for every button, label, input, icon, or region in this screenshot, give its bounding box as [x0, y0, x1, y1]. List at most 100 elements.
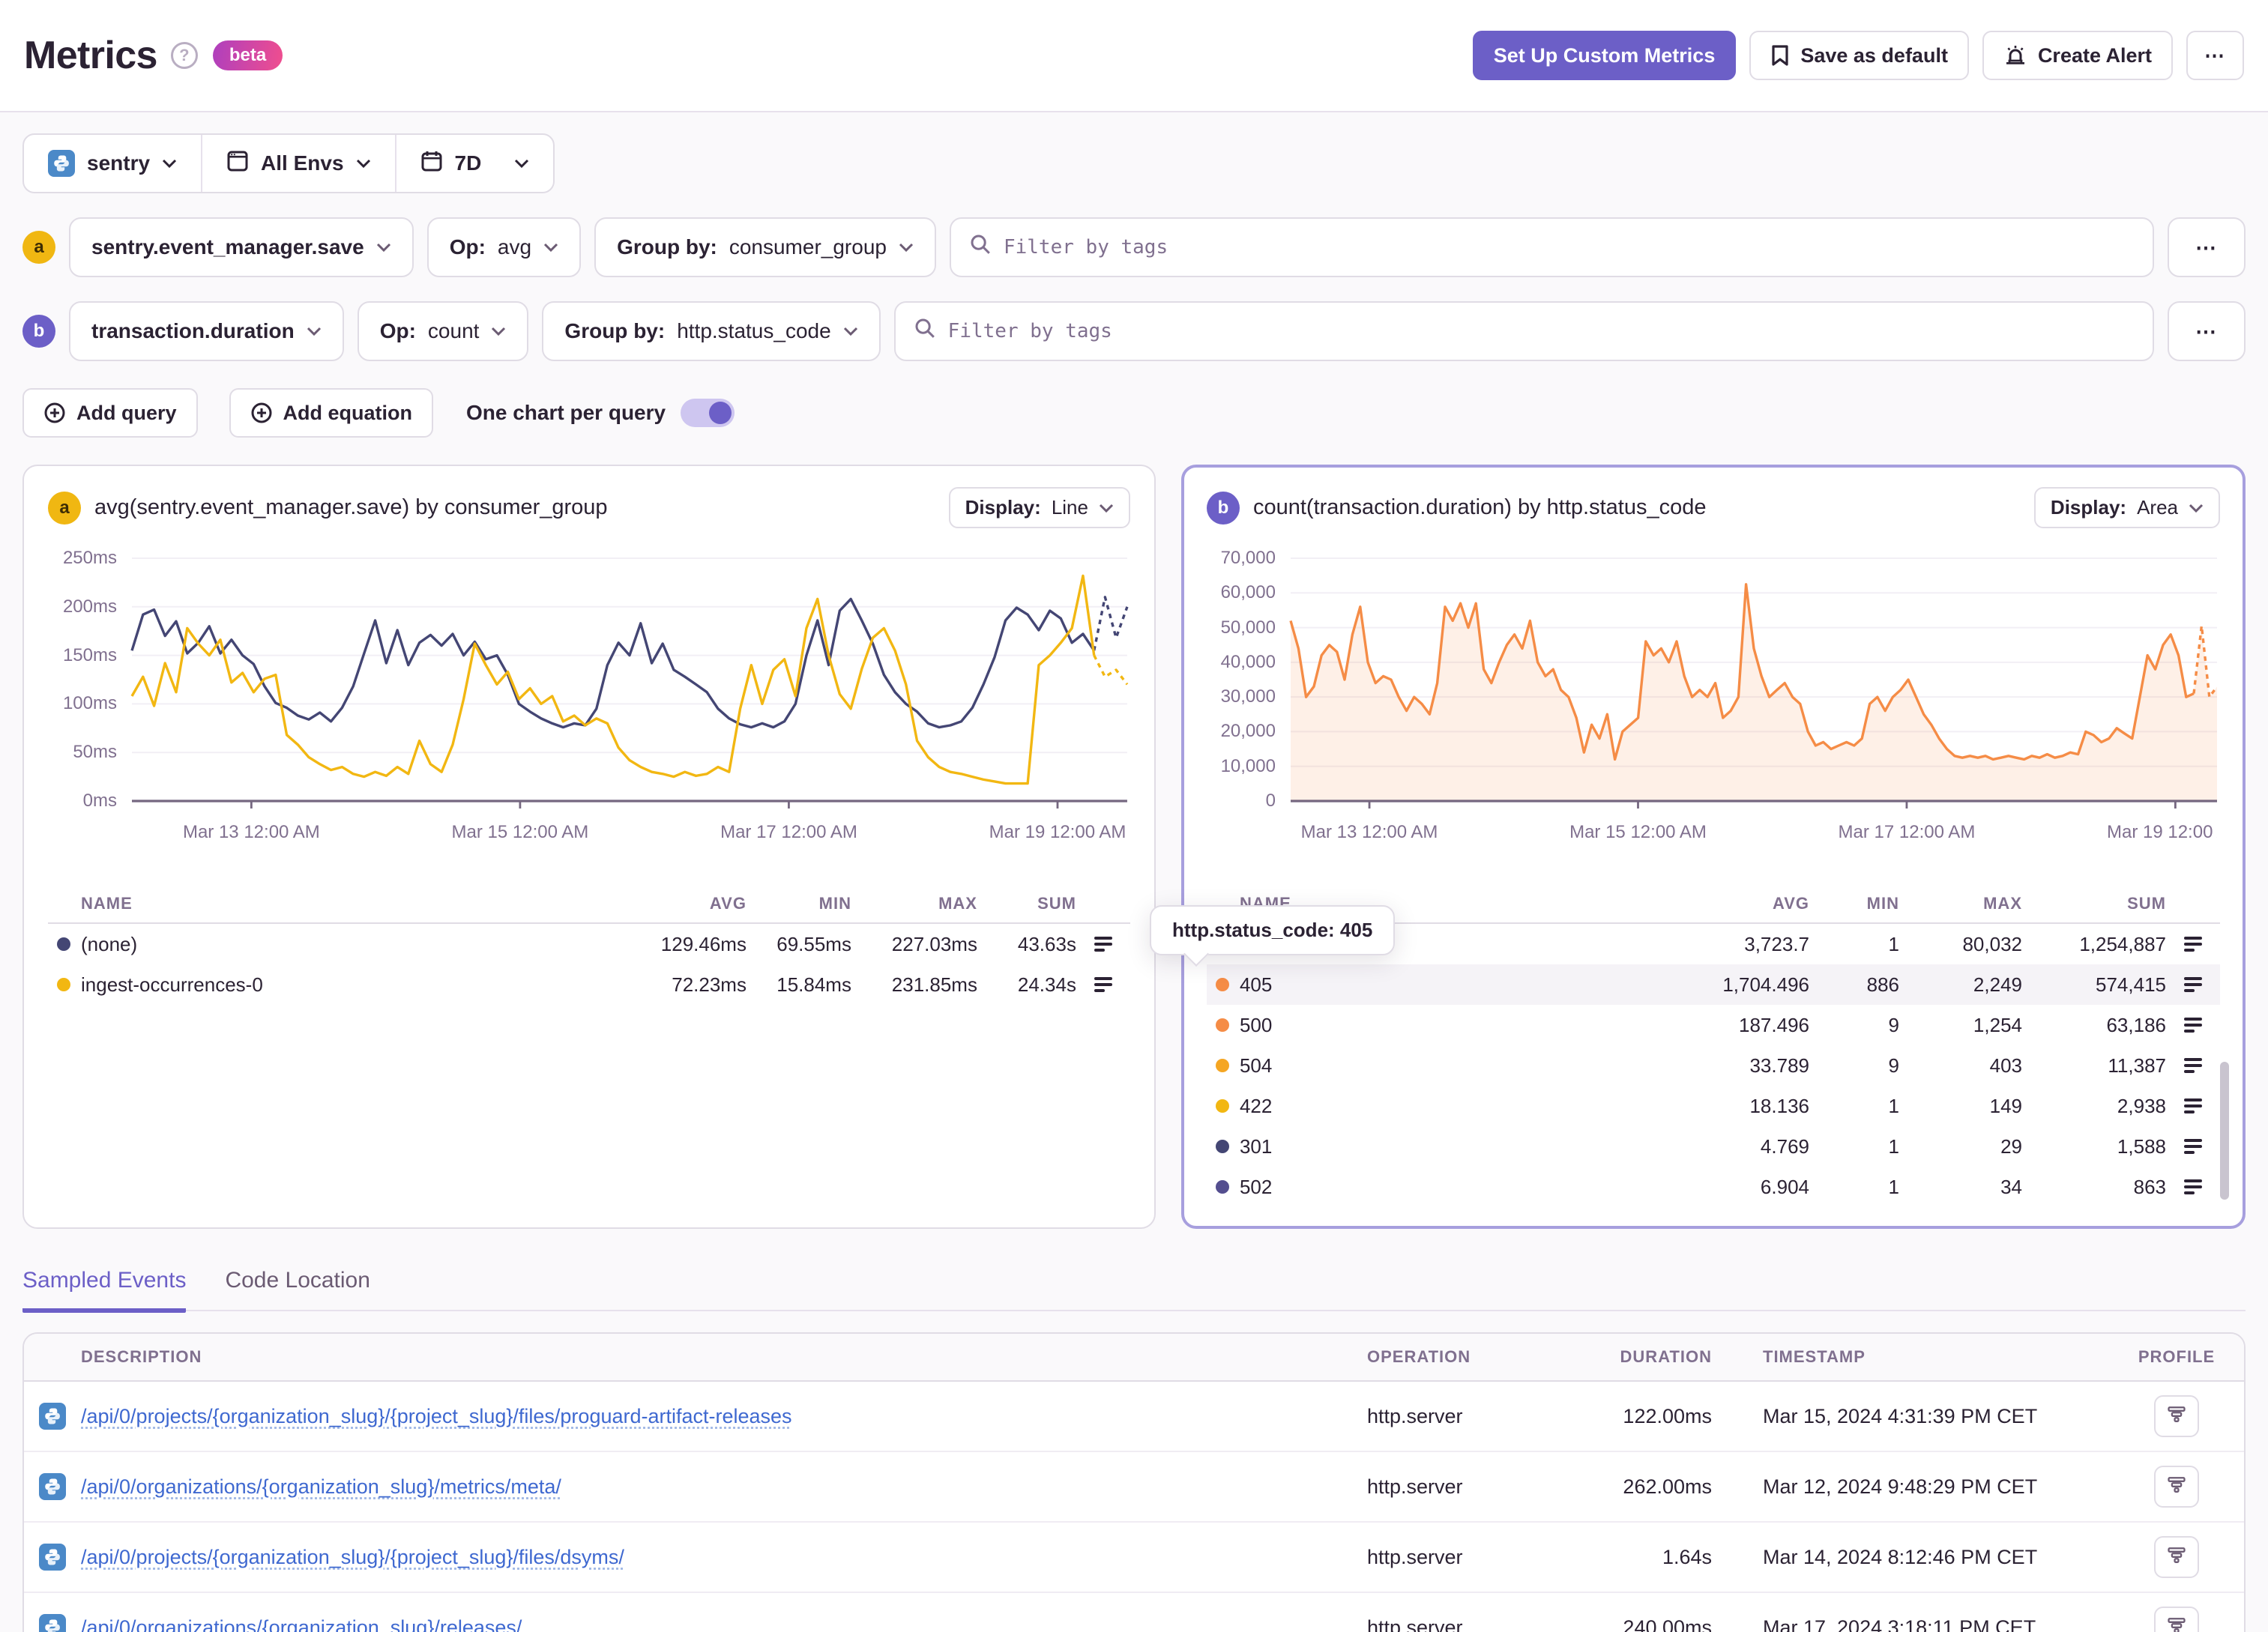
chart-plot [130, 557, 1129, 809]
series-options-icon[interactable] [2166, 1056, 2220, 1075]
chart-title-a: avg(sentry.event_manager.save) by consum… [94, 495, 608, 519]
series-min: 886 [1866, 973, 1899, 996]
event-duration: 262.00ms [1562, 1451, 1727, 1522]
profile-button[interactable] [2154, 1466, 2199, 1508]
summary-row[interactable]: 405 1,704.496 886 2,249 574,415 [1206, 964, 2220, 1005]
series-color-dot [1215, 1099, 1229, 1113]
series-avg: 1,704.496 [1722, 973, 1809, 996]
bookmark-icon [1770, 44, 1790, 67]
event-description-link[interactable]: /api/0/organizations/{organization_slug}… [81, 1616, 522, 1632]
series-options-icon[interactable] [1076, 934, 1130, 954]
event-row: /api/0/organizations/{organization_slug}… [24, 1451, 2244, 1522]
column-header-profile: PROFILE [2109, 1334, 2244, 1382]
profile-button[interactable] [2154, 1536, 2199, 1578]
tab-sampled-events[interactable]: Sampled Events [22, 1268, 187, 1313]
event-description-link[interactable]: /api/0/organizations/{organization_slug}… [81, 1475, 561, 1499]
summary-row[interactable]: (none) 129.46ms 69.55ms 227.03ms 43.63s [48, 924, 1130, 964]
one-chart-per-query-toggle[interactable] [681, 399, 735, 427]
series-options-icon[interactable] [2166, 1177, 2220, 1197]
page-header: Metrics ? beta Set Up Custom Metrics Sav… [0, 0, 2268, 112]
save-as-default-button[interactable]: Save as default [1749, 31, 1969, 80]
create-alert-button[interactable]: Create Alert [1982, 31, 2173, 80]
project-name: sentry [87, 151, 151, 175]
column-header-duration: DURATION [1562, 1334, 1727, 1382]
metric-select-b[interactable]: transaction.duration [69, 301, 344, 361]
y-tick-label: 10,000 [1220, 755, 1276, 776]
date-range-selector[interactable]: 7D [394, 135, 554, 192]
area-chart-b[interactable]: 0 10,000 20,000 30,000 40,000 50,000 60,000 70,… [1207, 546, 2220, 864]
series-options-icon[interactable] [2166, 934, 2220, 954]
summary-row[interactable]: 301 4.769 1 29 1,588 [1207, 1126, 2220, 1167]
event-operation: http.server [1352, 1592, 1562, 1632]
query-b-more-button[interactable]: ⋯ [2168, 301, 2246, 361]
y-tick-label: 30,000 [1220, 686, 1276, 707]
flamegraph-icon [2166, 1403, 2187, 1430]
plus-circle-icon [250, 402, 273, 424]
event-description-link[interactable]: /api/0/projects/{organization_slug}/{pro… [81, 1546, 624, 1569]
series-color-dot [1215, 1059, 1229, 1072]
op-select-b[interactable]: Op: count [357, 301, 529, 361]
series-options-icon[interactable] [2166, 975, 2220, 994]
add-query-button[interactable]: Add query [22, 388, 198, 438]
x-tick-label: Mar 13 12:00 AM [182, 822, 320, 842]
y-tick-label: 40,000 [1220, 651, 1276, 672]
series-options-icon[interactable] [2166, 1015, 2220, 1035]
groupby-select-b[interactable]: Group by: http.status_code [542, 301, 881, 361]
summary-row[interactable]: 500 187.496 9 1,254 63,186 [1207, 1005, 2220, 1045]
event-row: /api/0/projects/{organization_slug}/{pro… [24, 1381, 2244, 1451]
y-tick-label: 70,000 [1220, 548, 1276, 568]
metric-select-a[interactable]: sentry.event_manager.save [69, 217, 414, 277]
header-more-button[interactable]: ⋯ [2186, 31, 2244, 80]
tab-code-location[interactable]: Code Location [225, 1268, 370, 1310]
environment-selector[interactable]: All Envs [201, 135, 394, 192]
series-sum: 863 [2133, 1175, 2166, 1198]
summary-row[interactable]: 502 6.904 1 34 863 [1207, 1167, 2220, 1207]
series-options-icon[interactable] [2166, 1096, 2220, 1116]
series-color-dot [1215, 1018, 1229, 1032]
series-name: 502 [1239, 1175, 1273, 1198]
query-a-more-button[interactable]: ⋯ [2168, 217, 2246, 277]
series-sum: 43.63s [1017, 932, 1076, 955]
query-row-b: b transaction.duration Op: count Group b… [22, 301, 2246, 361]
series-name: ingest-occurrences-0 [81, 973, 263, 996]
series-sum: 63,186 [2106, 1013, 2166, 1036]
line-chart-a[interactable]: 0ms 50ms 100ms 150ms 200ms 250ms Mar 13 12:00… [48, 546, 1130, 864]
tag-filter-b[interactable] [893, 301, 2154, 361]
help-icon[interactable]: ? [170, 42, 198, 69]
y-tick-label: 0 [1265, 791, 1276, 811]
summary-row[interactable]: 422 18.136 1 149 2,938 [1207, 1086, 2220, 1126]
summary-row[interactable]: 504 33.789 9 403 11,387 [1207, 1045, 2220, 1086]
series-options-icon[interactable] [2166, 1137, 2220, 1156]
series-avg: 3,723.7 [1744, 932, 1809, 955]
flamegraph-icon [2166, 1615, 2187, 1632]
display-mode-select-b[interactable]: Display: Area [2033, 487, 2220, 528]
setup-custom-metrics-button[interactable]: Set Up Custom Metrics [1472, 31, 1737, 80]
series-options-icon[interactable] [1076, 975, 1130, 994]
series-name: 301 [1239, 1134, 1273, 1158]
profile-button[interactable] [2154, 1395, 2199, 1437]
series-max: 1,254 [1973, 1013, 2022, 1036]
tag-filter-input-b[interactable] [947, 320, 2135, 342]
metrics-page: Metrics ? beta Set Up Custom Metrics Sav… [0, 0, 2268, 1632]
x-axis-labels: Mar 13 12:00 AM Mar 15 12:00 AM Mar 17 12:… [1291, 822, 2217, 852]
groupby-select-a[interactable]: Group by: consumer_group [594, 217, 936, 277]
tag-filter-a[interactable] [949, 217, 2154, 277]
x-tick-label: Mar 15 12:00 AM [451, 822, 589, 842]
event-description-link[interactable]: /api/0/projects/{organization_slug}/{pro… [81, 1405, 792, 1428]
project-selector[interactable]: sentry [24, 135, 201, 192]
query-actions: Add query Add equation One chart per que… [22, 388, 2246, 438]
display-mode-select-a[interactable]: Display: Line [948, 487, 1130, 528]
op-select-a[interactable]: Op: avg [426, 217, 582, 277]
summary-row[interactable]: ingest-occurrences-0 72.23ms 15.84ms 231.85… [48, 964, 1130, 1005]
series-min: 9 [1888, 1013, 1899, 1036]
series-sum: 11,387 [2108, 1054, 2166, 1077]
python-platform-icon [39, 1403, 66, 1430]
table-scrollbar-thumb[interactable] [2220, 1062, 2229, 1200]
series-avg: 6.904 [1760, 1175, 1809, 1198]
profile-button[interactable] [2154, 1607, 2199, 1632]
event-operation: http.server [1352, 1451, 1562, 1522]
series-max: 34 [2000, 1175, 2022, 1198]
add-equation-button[interactable]: Add equation [229, 388, 433, 438]
tag-filter-input-a[interactable] [1003, 236, 2135, 259]
environment-icon [226, 150, 249, 178]
